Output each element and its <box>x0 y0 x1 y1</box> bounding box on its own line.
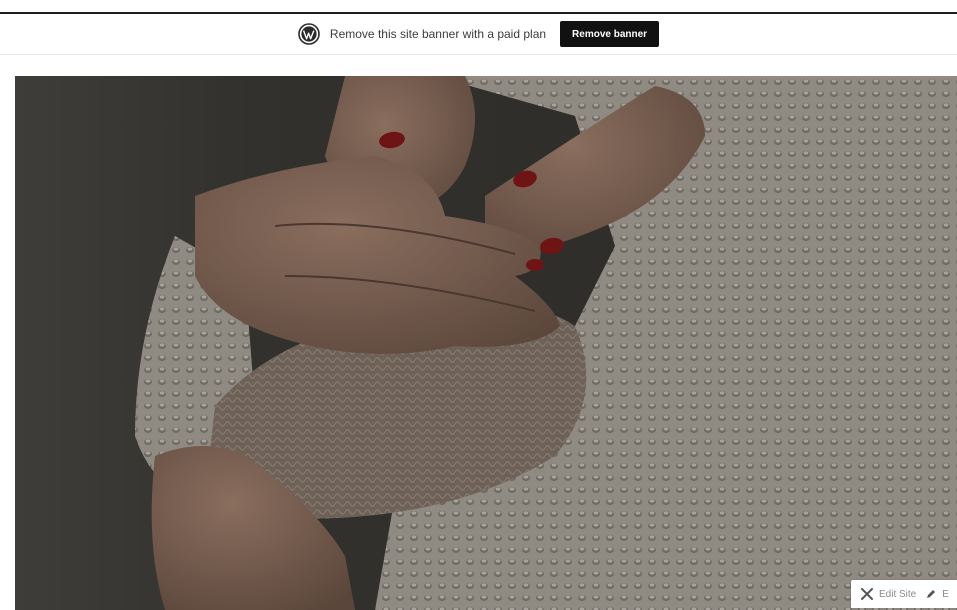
hero-image <box>15 76 957 610</box>
banner-message: Remove this site banner with a paid plan <box>329 27 547 41</box>
pencil-icon <box>927 590 936 598</box>
wordpress-logo-icon <box>298 23 320 45</box>
remove-banner-button[interactable]: Remove banner <box>560 21 660 47</box>
edit-site-label: Edit Site <box>879 588 917 600</box>
edit-label: E <box>942 588 949 600</box>
site-banner: Remove this site banner with a paid plan… <box>0 14 957 55</box>
edit-link[interactable]: E <box>926 589 949 600</box>
edit-site-link[interactable]: Edit Site <box>861 588 916 600</box>
site-banner-content: Remove this site banner with a paid plan… <box>298 21 660 47</box>
page: Remove this site banner with a paid plan… <box>0 0 957 610</box>
edit-toolbar: Edit Site E <box>851 580 957 608</box>
tools-icon <box>861 588 873 600</box>
